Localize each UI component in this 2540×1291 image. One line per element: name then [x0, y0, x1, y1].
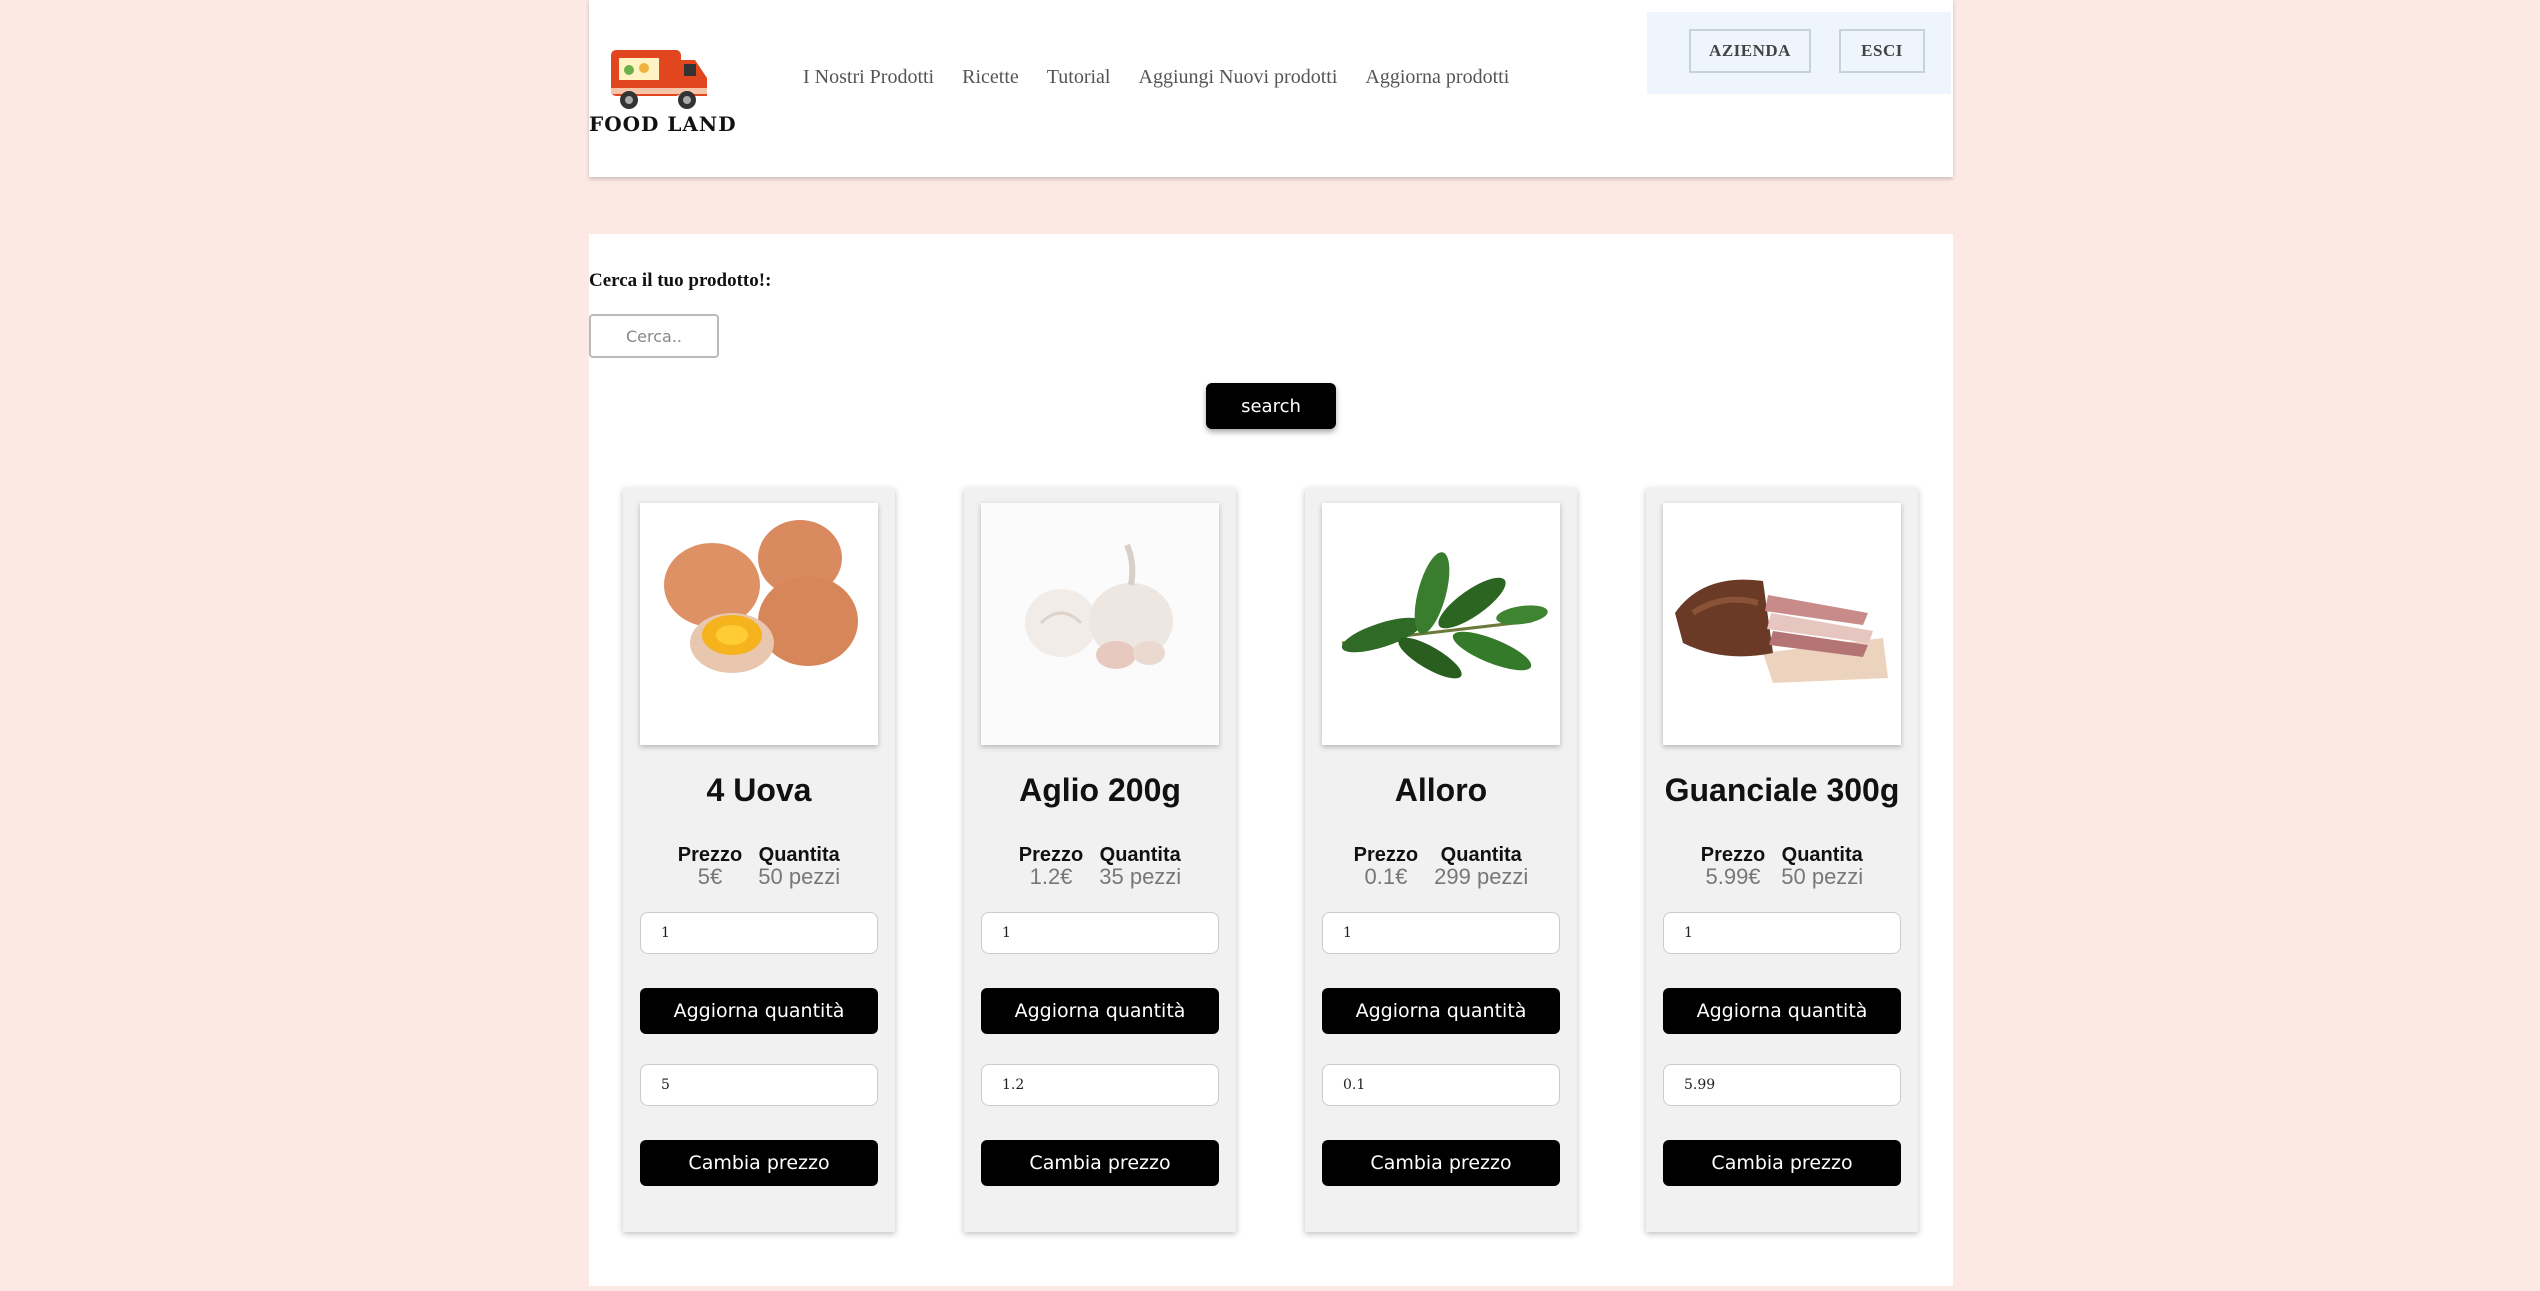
update-quantity-button[interactable]: Aggiorna quantità	[640, 988, 878, 1034]
product-price: 5.99€	[1705, 864, 1761, 889]
product-quantity: 50 pezzi	[1781, 864, 1864, 889]
account-box: AZIENDA ESCI	[1647, 12, 1951, 94]
price-label: Prezzo	[1018, 844, 1084, 866]
search-input[interactable]	[589, 314, 719, 358]
quantity-label: Quantita	[1781, 844, 1863, 866]
price-label: Prezzo	[677, 844, 743, 866]
product-name: Guanciale 300g	[1664, 772, 1900, 808]
update-quantity-button[interactable]: Aggiorna quantità	[1663, 988, 1901, 1034]
product-price: 5€	[697, 864, 723, 889]
nav-add-products[interactable]: Aggiungi Nuovi prodotti	[1139, 66, 1338, 89]
update-quantity-button[interactable]: Aggiorna quantità	[1322, 988, 1560, 1034]
esci-button[interactable]: ESCI	[1839, 29, 1925, 73]
product-quantity: 35 pezzi	[1099, 864, 1182, 889]
quantity-input[interactable]	[640, 912, 878, 954]
main-content: Cerca il tuo prodotto!: search 4 Uova Pr…	[589, 234, 1953, 1286]
guanciale-image	[1663, 503, 1901, 745]
product-quantity: 299 pezzi	[1434, 864, 1529, 889]
price-label: Prezzo	[1700, 844, 1766, 866]
nav-tutorial[interactable]: Tutorial	[1047, 66, 1111, 89]
eggs-image	[640, 503, 878, 745]
change-price-button[interactable]: Cambia prezzo	[1663, 1140, 1901, 1186]
site-header: FOOD LAND I Nostri Prodotti Ricette Tuto…	[589, 0, 1953, 177]
product-meta: Prezzo 5€ Quantita 50 pezzi	[623, 844, 895, 888]
azienda-button[interactable]: AZIENDA	[1689, 29, 1811, 73]
price-input[interactable]	[1663, 1064, 1901, 1106]
price-input[interactable]	[1322, 1064, 1560, 1106]
product-price: 1.2€	[1029, 864, 1073, 889]
product-name: Alloro	[1394, 772, 1488, 808]
product-price: 0.1€	[1364, 864, 1408, 889]
nav-our-products[interactable]: I Nostri Prodotti	[803, 66, 934, 89]
food-land-logo[interactable]: FOOD LAND	[589, 40, 736, 140]
search-button[interactable]: search	[1206, 383, 1336, 429]
main-nav: I Nostri Prodotti Ricette Tutorial Aggiu…	[803, 66, 1509, 89]
bay-leaf-image	[1322, 503, 1560, 745]
quantity-input[interactable]	[1663, 912, 1901, 954]
price-input[interactable]	[640, 1064, 878, 1106]
update-quantity-button[interactable]: Aggiorna quantità	[981, 988, 1219, 1034]
quantity-input[interactable]	[1322, 912, 1560, 954]
nav-update-products[interactable]: Aggiorna prodotti	[1365, 66, 1509, 89]
product-card: Guanciale 300g Prezzo 5.99€ Quantita 50 pe…	[1646, 488, 1918, 1232]
quantity-label: Quantita	[1440, 844, 1522, 866]
search-label: Cerca il tuo prodotto!:	[589, 270, 772, 291]
product-card: Aglio 200g Prezzo1.2€ Quantita35 pezzi A…	[964, 488, 1236, 1232]
product-meta: Prezzo 0.1€ Quantita 299 pezzi	[1305, 844, 1577, 888]
logo-text: FOOD LAND	[589, 112, 737, 136]
product-meta: Prezzo 5.99€ Quantita 50 pezzi	[1646, 844, 1918, 888]
product-name: Aglio 200g	[1019, 772, 1181, 808]
change-price-button[interactable]: Cambia prezzo	[640, 1140, 878, 1186]
quantity-label: Quantita	[758, 844, 840, 866]
price-input[interactable]	[981, 1064, 1219, 1106]
garlic-image	[981, 503, 1219, 745]
product-card: 4 Uova Prezzo5€ Quantita50 pezzi Aggiorn…	[623, 488, 895, 1232]
quantity-label: Quantita	[1099, 844, 1181, 866]
change-price-button[interactable]: Cambia prezzo	[981, 1140, 1219, 1186]
product-name: 4 Uova	[706, 772, 812, 808]
price-label: Prezzo	[1353, 844, 1419, 866]
change-price-button[interactable]: Cambia prezzo	[1322, 1140, 1560, 1186]
product-quantity: 50 pezzi	[758, 864, 841, 889]
product-card: Alloro Prezzo0.1€ Quantita299 pezzi Aggi…	[1305, 488, 1577, 1232]
nav-recipes[interactable]: Ricette	[962, 66, 1019, 89]
product-meta: Prezzo 1.2€ Quantita 35 pezzi	[964, 844, 1236, 888]
quantity-input[interactable]	[981, 912, 1219, 954]
